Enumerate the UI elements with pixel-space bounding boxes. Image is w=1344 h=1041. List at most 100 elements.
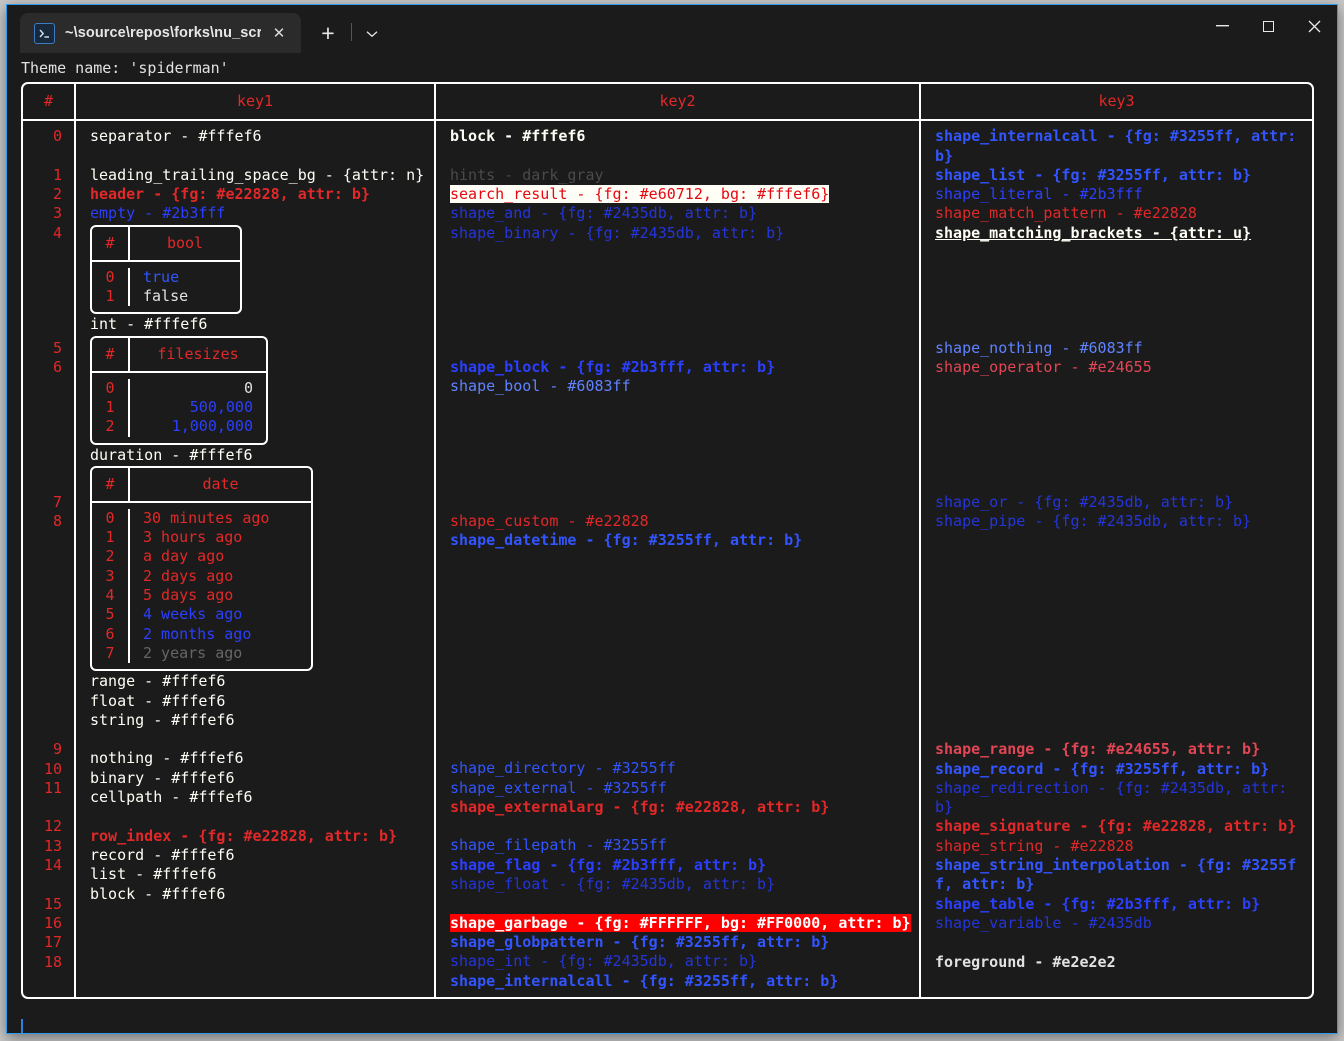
nested-header-row: # date [92,467,311,501]
cell-foreground: foreground - #e2e2e2 [935,952,1116,971]
cell-shape-int: shape_int - {fg: #2435db, attr: b} [450,952,758,971]
nested-row-index: 3 [105,566,115,585]
cell-shape-string: shape_string - #e22828 [935,836,1134,855]
column-key2: block - #fffef6 hints - dark_gray search… [434,121,919,997]
table-row-index: 12 [43,817,62,836]
nested-value-col: 30 minutes ago 3 hours ago a day ago 2 d… [128,508,311,664]
cell-leading-trailing-space-bg: leading_trailing_space_bg - {attr: n} [90,165,425,184]
nested-header-row: # bool [92,226,240,260]
cell-shape-and: shape_and - {fg: #2435db, attr: b} [450,204,758,223]
text-cursor [21,1019,23,1033]
terminal-icon [34,22,55,44]
tab-title: ~\source\repos\forks\nu_scrip [65,25,261,41]
nested-row-index: 0 [105,508,115,527]
cell-shape-list: shape_list - {fg: #3255ff, attr: b} [935,165,1252,184]
nested-row-index: 1 [105,397,115,416]
row-index-gutter: 0 1 2 3 4 5 6 7 8 9 10 11 12 13 14 15 16… [23,121,74,997]
nested-cell-filesize: 500,000 [189,397,253,416]
header-key1: key1 [74,84,434,120]
terminal-window: ~\source\repos\forks\nu_scrip ✕ + Theme … [6,4,1338,1034]
nested-cell-date: 2 days ago [143,566,234,585]
nested-table-bool: # bool 0 1 true false [90,224,242,315]
nested-row-index: 2 [105,417,115,436]
nested-row-index: 1 [105,528,115,547]
cell-shape-bool: shape_bool - #6083ff [450,377,631,396]
cell-shape-redirection: shape_redirection - {fg: #2435db, attr: … [935,778,1297,817]
table-row-index: 18 [43,952,62,971]
nested-cell-true: true [143,267,180,286]
cell-float: float - #fffef6 [90,691,226,710]
cell-int: int - #fffef6 [90,315,208,334]
cell-search-result: search_result - {fg: #e60712, bg: #fffef… [450,185,919,204]
nested-value-col: true false [128,267,240,307]
nested-header-date: date [128,467,311,501]
tab-nu-script[interactable]: ~\source\repos\forks\nu_scrip ✕ [20,13,301,53]
table-row-index: 9 [52,740,62,759]
cell-shape-range: shape_range - {fg: #e24655, attr: b} [935,740,1261,759]
nested-body: 0 1 2 3 4 5 6 7 30 minutes ago 3 hours a… [92,503,311,669]
nested-cell-date: 4 weeks ago [143,605,243,624]
table-header-row: # key1 key2 key3 [23,84,1312,120]
terminal-content[interactable]: Theme name: 'spiderman' # key1 key2 key3… [7,53,1337,1033]
nested-row-index: 1 [105,287,115,306]
minimize-button[interactable] [1199,5,1245,47]
nested-value-col: 0 500,000 1,000,000 [128,378,266,437]
nested-header-filesizes: filesizes [128,337,266,371]
header-key2: key2 [434,84,919,120]
nested-cell-date: a day ago [143,547,225,566]
cell-shape-nothing: shape_nothing - #6083ff [935,339,1143,358]
column-key1: separator - #fffef6 leading_trailing_spa… [74,121,434,997]
close-button[interactable] [1291,5,1337,47]
cell-shape-globpattern: shape_globpattern - {fg: #3255ff, attr: … [450,932,830,951]
table-row-index: 5 [52,339,62,358]
nested-header-bool: bool [128,226,240,260]
close-icon[interactable]: ✕ [265,19,293,47]
cell-shape-binary: shape_binary - {fg: #2435db, attr: b} [450,223,785,242]
cell-shape-record: shape_record - {fg: #3255ff, attr: b} [935,759,1270,778]
cell-record: record - #fffef6 [90,845,235,864]
nested-row-index: 6 [105,624,115,643]
cell-shape-directory: shape_directory - #3255ff [450,759,676,778]
table-body: 0 1 2 3 4 5 6 7 8 9 10 11 12 13 14 15 16… [23,121,1312,997]
nested-header-row: # filesizes [92,337,266,371]
cell-duration: duration - #fffef6 [90,445,253,464]
square-icon [1262,20,1274,32]
chevron-down-icon[interactable] [358,19,386,49]
cell-shape-variable: shape_variable - #2435db [935,913,1152,932]
cell-binary: binary - #fffef6 [90,768,235,787]
new-tab-button[interactable]: + [311,16,345,50]
column-key3: shape_internalcall - {fg: #3255ff, attr:… [919,121,1312,997]
nested-table-filesizes: # filesizes 0 1 2 0 500,000 1,000,000 [90,335,268,445]
table-row-index: 13 [43,836,62,855]
nested-index-col: 0 1 2 [92,379,128,437]
cell-shape-flag: shape_flag - {fg: #2b3fff, attr: b} [450,855,767,874]
maximize-button[interactable] [1245,5,1291,47]
cell-shape-string-interpolation: shape_string_interpolation - {fg: #3255f… [935,856,1297,894]
table-row-index: 8 [52,511,62,530]
cell-shape-filepath: shape_filepath - #3255ff [450,836,667,855]
nested-row-index: 0 [105,267,115,286]
header-key3: key3 [919,84,1312,120]
cell-shape-float: shape_float - {fg: #2435db, attr: b} [450,875,776,894]
shell-prompt[interactable] [21,1019,1337,1033]
table-row-index: 10 [43,759,62,778]
nested-cell-filesize: 0 [243,378,253,397]
nested-header-index: # [105,474,115,493]
table-row-index: 15 [43,894,62,913]
table-row-index: 14 [43,856,62,875]
search-result-highlight: search_result - {fg: #e60712, bg: #fffef… [450,185,830,204]
